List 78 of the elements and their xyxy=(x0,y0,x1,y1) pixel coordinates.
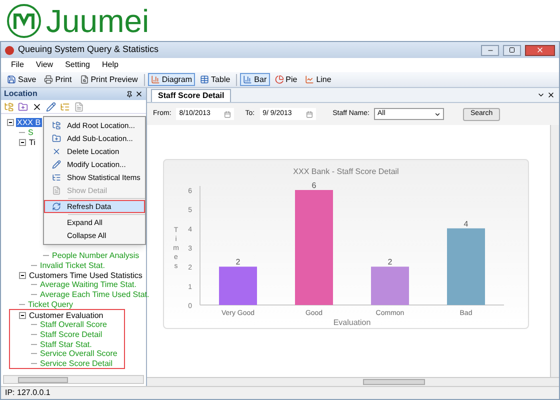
toolbar-button[interactable]: Print xyxy=(41,73,75,86)
panel-title: Location xyxy=(4,88,38,100)
tree-item[interactable]: Ti xyxy=(28,138,36,147)
vertical-scrollbar[interactable] xyxy=(550,125,559,377)
toolbar-button[interactable]: Diagram xyxy=(148,73,196,86)
tree-item[interactable]: S xyxy=(27,128,34,138)
chart-title: XXX Bank - Staff Score Detail xyxy=(293,167,399,176)
menu-item-icon xyxy=(52,121,60,130)
expander-icon[interactable] xyxy=(19,272,26,279)
list-icon[interactable] xyxy=(60,102,70,112)
bar-value-label: 4 xyxy=(464,219,468,228)
menu-item[interactable]: View xyxy=(36,59,54,71)
toolbar-icon xyxy=(80,75,89,84)
expander-icon[interactable] xyxy=(19,312,26,319)
maximize-button[interactable] xyxy=(503,44,521,56)
horizontal-scrollbar[interactable] xyxy=(147,377,559,386)
tree-item[interactable]: Ticket Query xyxy=(27,300,74,309)
tree-item[interactable]: Customers Time Used Statistics xyxy=(28,270,144,280)
toolbar-button[interactable]: Print Preview xyxy=(76,73,141,86)
toolbar-icon xyxy=(44,75,54,84)
logo-text: Juumei xyxy=(46,4,150,36)
tree-item[interactable]: Average Each Time Used Stat. xyxy=(39,290,150,300)
logo-icon xyxy=(6,2,42,38)
toolbar-button[interactable]: Save xyxy=(4,73,40,86)
calendar-icon xyxy=(306,110,313,118)
menu-item[interactable]: Setting xyxy=(65,59,90,71)
tree-item[interactable]: Staff Star Stat. xyxy=(39,340,93,349)
toolbar-icon xyxy=(274,75,284,84)
menu-item-icon xyxy=(52,134,60,143)
tree-item[interactable]: Staff Score Detail xyxy=(39,330,104,339)
expander-icon[interactable] xyxy=(7,119,14,126)
close-icon[interactable] xyxy=(547,91,555,99)
menu-item[interactable]: File xyxy=(11,59,24,71)
close-icon xyxy=(536,46,544,54)
bar-value-label: 2 xyxy=(236,258,240,267)
toolbar-button[interactable]: Bar xyxy=(240,73,270,86)
edit-icon[interactable] xyxy=(46,102,56,112)
tree-item[interactable]: Customer Evaluation xyxy=(28,310,104,320)
menu-item-icon xyxy=(52,160,60,169)
caret-icon xyxy=(434,110,442,118)
status-text: IP: 127.0.0.1 xyxy=(5,387,50,399)
window-title: Queuing System Query & Statistics xyxy=(18,43,160,56)
add-sub-icon[interactable] xyxy=(18,102,28,112)
dropdown-icon[interactable] xyxy=(537,91,545,99)
app-icon xyxy=(5,46,14,54)
toolbar-button[interactable]: Line xyxy=(302,73,334,86)
delete-icon[interactable] xyxy=(32,102,42,112)
x-axis-title: Evaluation xyxy=(333,318,371,327)
add-root-icon[interactable] xyxy=(4,102,14,112)
tree-item[interactable]: Invalid Ticket Stat. xyxy=(39,261,106,270)
horizontal-scrollbar[interactable] xyxy=(3,375,144,384)
tree-item[interactable]: Staff Overall Score xyxy=(39,320,108,330)
menu-item-icon xyxy=(52,202,60,211)
tree-item[interactable]: People Number Analysis xyxy=(51,251,140,260)
menu-item-icon xyxy=(52,147,60,156)
tree-item[interactable]: Average Waiting Time Stat. xyxy=(39,280,138,290)
tree-item[interactable]: Service Overall Score xyxy=(39,349,118,358)
close-button[interactable] xyxy=(525,44,555,56)
pin-icon[interactable] xyxy=(126,90,133,98)
menu-item-icon xyxy=(52,186,60,195)
bar-value-label: 2 xyxy=(388,258,392,267)
toolbar-icon xyxy=(305,75,314,84)
document-tab[interactable]: Staff Score Detail xyxy=(151,89,232,102)
maximize-icon xyxy=(509,47,515,53)
toolbar-icon xyxy=(150,75,160,84)
expander-icon[interactable] xyxy=(19,138,26,146)
menu-item-icon xyxy=(52,173,60,182)
menu-item[interactable]: Help xyxy=(102,59,118,71)
tree-item[interactable]: Service Score Detail xyxy=(39,358,114,368)
toolbar-button[interactable]: Pie xyxy=(272,73,300,86)
tree-item[interactable]: XXX B xyxy=(16,118,42,128)
calendar-icon xyxy=(224,110,232,118)
bar-value-label: 6 xyxy=(312,181,316,190)
close-icon[interactable] xyxy=(135,90,143,98)
toolbar-icon xyxy=(7,75,16,84)
toolbar-icon xyxy=(200,75,210,84)
toolbar-button[interactable]: Table xyxy=(197,73,234,86)
toolbar-icon xyxy=(243,75,252,84)
